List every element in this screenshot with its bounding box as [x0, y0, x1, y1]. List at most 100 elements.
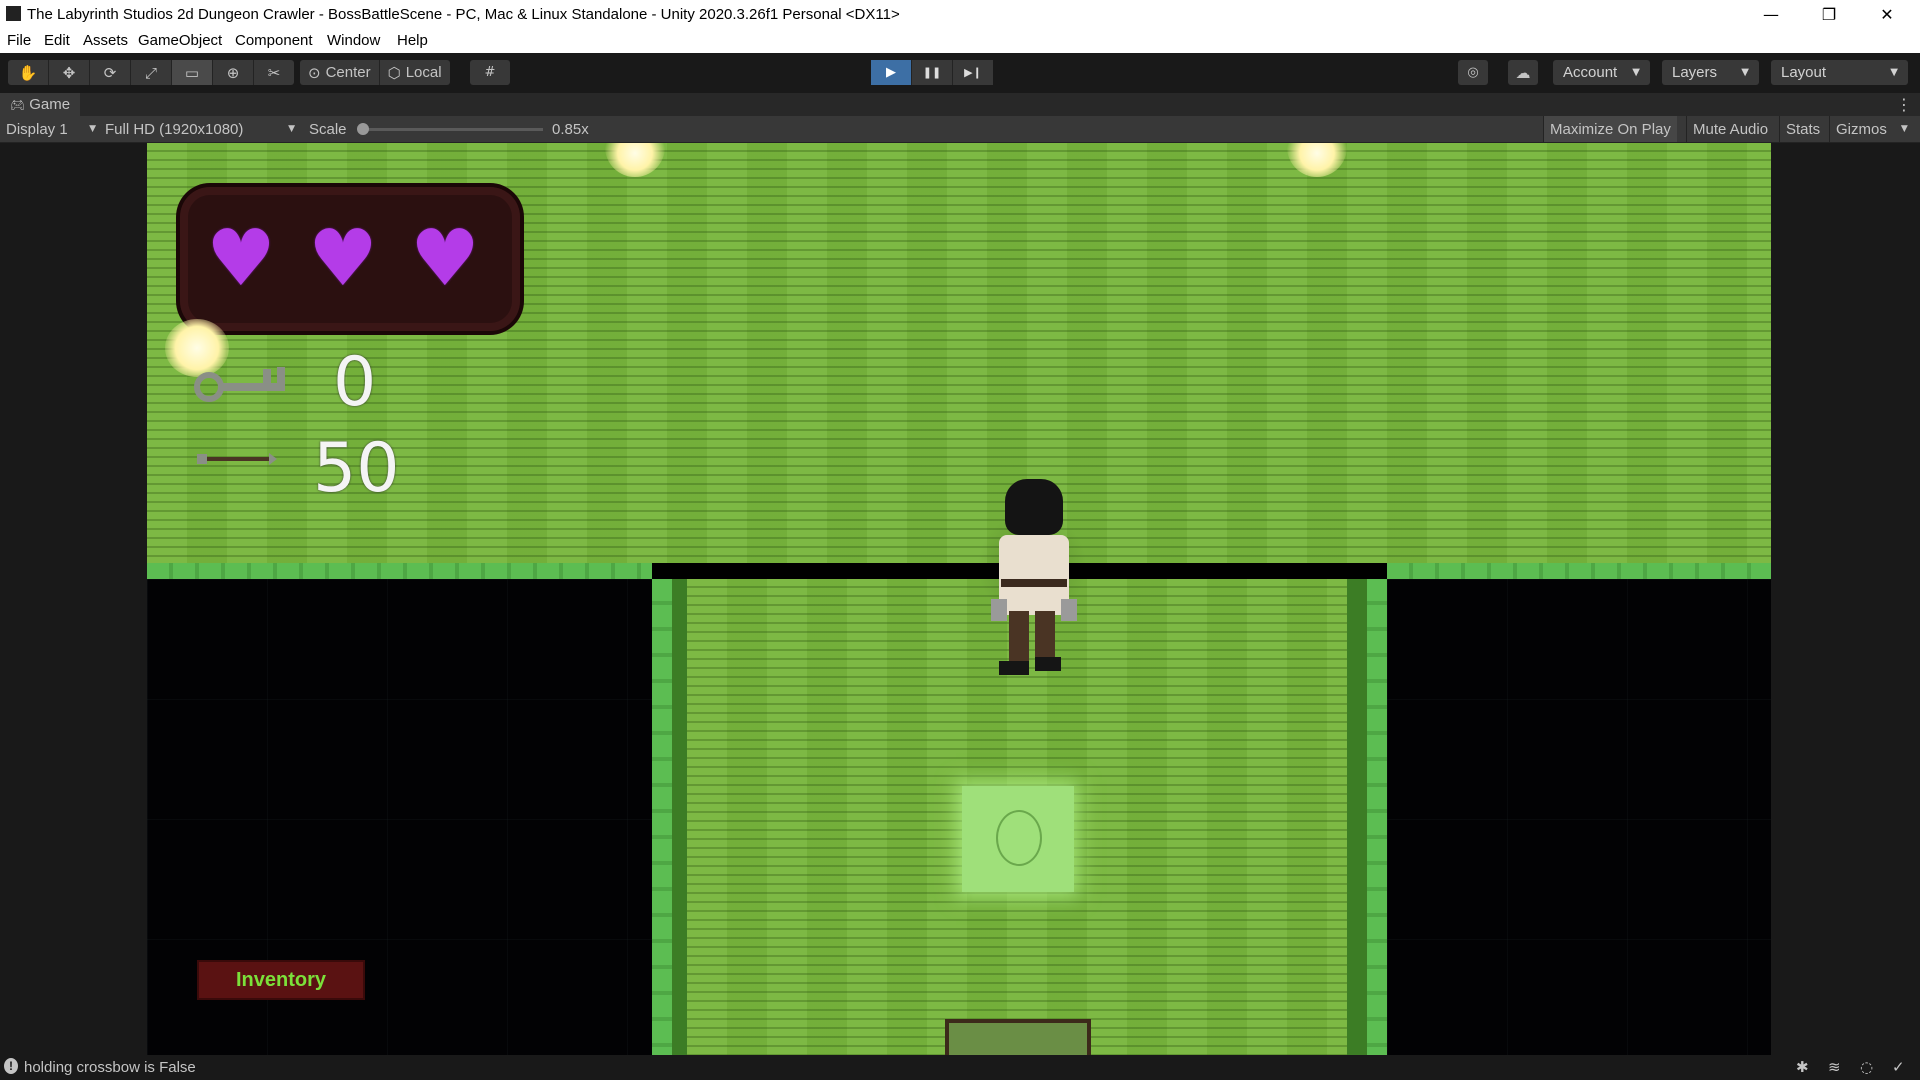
maximize-on-play-toggle[interactable]: Maximize On Play [1543, 116, 1677, 142]
player-belt [1001, 579, 1067, 587]
player-hair [1005, 479, 1063, 535]
menu-bar: File Edit Assets GameObject Component Wi… [0, 29, 1920, 53]
layers-dropdown[interactable]: Layers ▼ [1662, 60, 1759, 85]
pivot-center-label: Center [325, 64, 371, 81]
snap-group: # [470, 60, 510, 85]
rect-tool-icon[interactable]: ▭ [172, 60, 213, 85]
cube-icon: ⬡ [387, 63, 401, 82]
key-icon [194, 367, 285, 402]
transform-tools: ✋ ✥ ⟳ ⤢ ▭ ⊕ ✂ [8, 60, 294, 85]
chevron-down-icon: ▼ [1900, 124, 1908, 134]
progress-icon[interactable]: ◌ [1860, 1058, 1873, 1076]
pressure-plate [962, 786, 1074, 892]
display-dropdown[interactable]: Display 1 ▼ [6, 119, 96, 139]
pivot-local-toggle[interactable]: ⬡ Local [380, 60, 450, 85]
play-button[interactable]: ▶ [871, 60, 912, 85]
grid-snap-icon[interactable]: # [470, 60, 510, 85]
player-boot [999, 661, 1029, 675]
arrow-icon [197, 453, 277, 465]
player-character [977, 471, 1087, 681]
resolution-label: Full HD (1920x1080) [105, 120, 244, 138]
menu-gameobject[interactable]: GameObject [138, 32, 222, 49]
stats-toggle[interactable]: Stats [1779, 116, 1826, 142]
chevron-down-icon: ▼ [1741, 67, 1749, 78]
menu-component[interactable]: Component [235, 32, 313, 49]
custom-tool-icon[interactable]: ✂ [254, 60, 294, 85]
game-view-toolbar: Display 1 ▼ Full HD (1920x1080) ▼ Scale … [0, 116, 1920, 143]
collab-group: ◎ [1458, 60, 1488, 85]
pivot-center-icon: ⊙ [308, 63, 321, 82]
minimize-button[interactable]: — [1748, 0, 1794, 29]
check-icon[interactable]: ✓ [1892, 1058, 1905, 1076]
corridor-wall-right [1367, 579, 1387, 1055]
game-tab-bar: 🎮︎ Game ⋮ [0, 93, 1920, 116]
grass-ledge-left [147, 563, 652, 579]
arrow-count: 50 [313, 429, 400, 508]
display-label: Display 1 [6, 120, 68, 138]
player-shirt [999, 535, 1069, 615]
corridor-wall-left [652, 579, 672, 1055]
mute-audio-toggle[interactable]: Mute Audio [1686, 116, 1774, 142]
scale-tool-icon[interactable]: ⤢ [131, 60, 172, 85]
scale-slider-thumb[interactable] [357, 123, 369, 135]
dark-room-right [1387, 579, 1771, 1055]
status-bar: ! holding crossbow is False ✱ ≋ ◌ ✓ [0, 1055, 1920, 1080]
maximize-button[interactable]: ❐ [1806, 0, 1852, 29]
pivot-toggles: ⊙ Center ⬡ Local [300, 60, 450, 85]
tab-game-label: Game [29, 96, 71, 113]
collab-icon[interactable]: ◎ [1458, 60, 1488, 85]
layout-dropdown[interactable]: Layout ▼ [1771, 60, 1908, 85]
menu-file[interactable]: File [7, 32, 31, 49]
layers-label: Layers [1672, 64, 1718, 81]
window-title-bar: The Labyrinth Studios 2d Dungeon Crawler… [0, 0, 1920, 29]
health-panel: ♥ ♥ ♥ [180, 187, 520, 331]
gizmos-toggle[interactable]: Gizmos ▼ [1829, 116, 1914, 142]
heart-icon: ♥ [206, 214, 276, 304]
kebab-menu-icon[interactable]: ⋮ [1896, 95, 1912, 114]
layers-icon[interactable]: ≋ [1828, 1058, 1841, 1076]
layout-label: Layout [1781, 64, 1827, 81]
unity-app-icon [6, 6, 21, 21]
door-frame [945, 1019, 1091, 1055]
grass-ledge-right [1387, 563, 1771, 579]
cloud-icon[interactable]: ☁ [1508, 60, 1538, 85]
close-button[interactable]: ✕ [1864, 0, 1910, 29]
player-boot [1035, 657, 1061, 671]
menu-edit[interactable]: Edit [44, 32, 70, 49]
menu-help[interactable]: Help [397, 32, 428, 49]
playmode-controls: ▶ ❚❚ ▶❙ [871, 60, 993, 85]
console-status-message[interactable]: holding crossbow is False [24, 1059, 196, 1076]
player-glove [991, 599, 1007, 621]
heart-icon: ♥ [308, 214, 378, 304]
key-count: 0 [333, 343, 377, 422]
plate-emblem-icon [996, 810, 1042, 866]
menu-window[interactable]: Window [327, 32, 380, 49]
game-viewport[interactable]: ♥ ♥ ♥ 0 50 Inventory [147, 143, 1771, 1055]
chevron-down-icon: ▼ [1632, 67, 1640, 78]
account-dropdown[interactable]: Account ▼ [1553, 60, 1650, 85]
corridor-wall-shadow [1347, 579, 1367, 1055]
rotate-tool-icon[interactable]: ⟳ [90, 60, 131, 85]
info-icon: ! [4, 1058, 18, 1074]
move-tool-icon[interactable]: ✥ [49, 60, 90, 85]
pivot-center-toggle[interactable]: ⊙ Center [300, 60, 380, 85]
scale-slider-track[interactable] [358, 128, 543, 131]
player-leg [1009, 611, 1029, 667]
step-button[interactable]: ▶❙ [953, 60, 993, 85]
transform-tool-icon[interactable]: ⊕ [213, 60, 254, 85]
chevron-down-icon: ▼ [89, 124, 96, 134]
cloud-group: ☁ [1508, 60, 1538, 85]
corridor-wall-shadow [672, 579, 687, 1055]
inventory-button[interactable]: Inventory [197, 960, 365, 1000]
pivot-local-label: Local [405, 64, 442, 81]
main-toolbar: ✋ ✥ ⟳ ⤢ ▭ ⊕ ✂ ⊙ Center ⬡ Local # ▶ ❚❚ ▶❙… [0, 53, 1920, 93]
player-leg [1035, 611, 1055, 663]
menu-assets[interactable]: Assets [83, 32, 128, 49]
hand-tool-icon[interactable]: ✋ [8, 60, 49, 85]
bug-icon[interactable]: ✱ [1796, 1058, 1809, 1076]
resolution-dropdown[interactable]: Full HD (1920x1080) ▼ [105, 119, 295, 139]
pause-button[interactable]: ❚❚ [912, 60, 953, 85]
account-label: Account [1563, 64, 1618, 81]
gizmos-label: Gizmos [1836, 120, 1887, 138]
tab-game[interactable]: 🎮︎ Game [0, 93, 80, 116]
